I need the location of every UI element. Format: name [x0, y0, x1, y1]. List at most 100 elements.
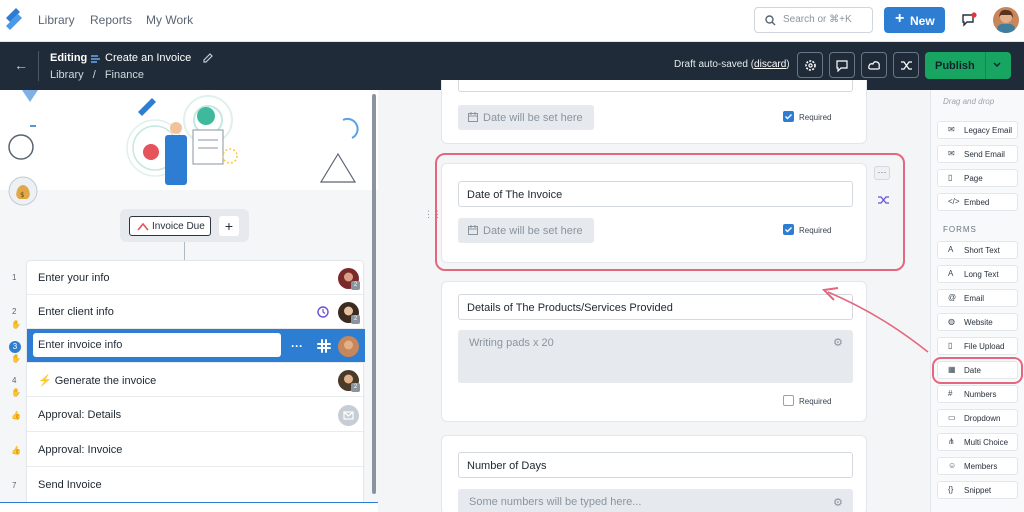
field-title: Number of Days — [467, 460, 547, 472]
cloud-sync-icon — [868, 61, 880, 70]
plus-icon: + — [895, 10, 905, 27]
shuffle-icon[interactable] — [877, 194, 891, 206]
step-item[interactable]: Approval: Details — [27, 398, 365, 432]
notifications-chat-icon[interactable] — [960, 11, 978, 29]
email-approver-avatar[interactable] — [338, 405, 359, 426]
numbers-icon: # — [948, 389, 953, 398]
document-title[interactable]: Create an Invoice — [105, 52, 191, 64]
widget-long-text[interactable]: A Long Text — [937, 265, 1018, 283]
widget-label: Snippet — [964, 486, 992, 495]
widget-label: Embed — [964, 198, 990, 207]
globe-icon: ◍ — [948, 317, 955, 326]
gear-icon[interactable]: ⚙ — [833, 336, 843, 349]
mail-icon: ✉ — [948, 125, 955, 134]
widget-send-email[interactable]: ✉ Send Email — [937, 145, 1018, 163]
step-item[interactable]: Send Invoice — [27, 468, 365, 502]
add-trigger-button[interactable]: + — [219, 216, 239, 236]
new-button-label: New — [910, 14, 935, 28]
shuffle-button[interactable] — [893, 52, 919, 78]
widget-numbers[interactable]: # Numbers — [937, 385, 1018, 403]
widget-label: Website — [964, 318, 993, 327]
date-widget-highlight — [932, 357, 1023, 384]
step-item[interactable]: Enter client info 2 — [27, 295, 365, 329]
step-title-input[interactable]: Enter invoice info — [33, 333, 281, 357]
selection-highlight — [435, 153, 905, 271]
send-email-icon: ✉ — [948, 149, 955, 158]
back-arrow-icon[interactable]: ← — [14, 57, 28, 73]
editing-label: Editing — [50, 52, 88, 64]
page-icon: ▯ — [948, 173, 953, 182]
widget-email[interactable]: @ Email — [937, 289, 1018, 307]
required-label: Required — [799, 113, 832, 122]
widget-legacy-email[interactable]: ✉ Legacy Email — [937, 121, 1018, 139]
thumbs-up-icon: 👍 — [11, 446, 21, 455]
widget-label: Long Text — [964, 270, 999, 279]
comments-button[interactable] — [829, 52, 855, 78]
field-title-input[interactable] — [458, 80, 853, 92]
widget-members[interactable]: ☺ Members — [937, 457, 1018, 475]
nav-library[interactable]: Library — [38, 13, 75, 27]
left-scrollbar[interactable] — [372, 94, 376, 494]
step-item[interactable]: ⚡ Generate the invoice 2 — [27, 363, 365, 397]
chevron-down-icon[interactable] — [992, 60, 1002, 70]
sync-button[interactable] — [861, 52, 887, 78]
invoice-due-tag[interactable]: Invoice Due — [129, 216, 211, 236]
breadcrumb-library[interactable]: Library — [50, 69, 84, 81]
widget-short-text[interactable]: A Short Text — [937, 241, 1018, 259]
steps-list: Enter your info 2 Enter client info 2 En… — [26, 260, 365, 512]
search-input[interactable]: Search or ⌘+K — [754, 7, 873, 33]
step-item[interactable]: Approval: Invoice — [27, 433, 365, 467]
upload-icon: ▯ — [948, 341, 953, 350]
widget-website[interactable]: ◍ Website — [937, 313, 1018, 331]
required-checkbox[interactable] — [783, 395, 794, 406]
step-number: 7 — [12, 481, 17, 490]
drag-handle-icon[interactable]: ⋮⋮ — [424, 209, 442, 220]
field-title-input[interactable]: Number of Days — [458, 452, 853, 478]
step-number-active: 3 — [9, 341, 21, 353]
nav-reports[interactable]: Reports — [90, 13, 132, 27]
field-title: Details of The Products/Services Provide… — [467, 302, 673, 314]
publish-button[interactable]: Publish — [925, 52, 1011, 79]
step-number: 2 — [12, 307, 17, 316]
widget-embed[interactable]: </> Embed — [937, 193, 1018, 211]
field-more-button[interactable]: ··· — [874, 166, 890, 180]
settings-button[interactable] — [797, 52, 823, 78]
widget-page[interactable]: ▯ Page — [937, 169, 1018, 187]
widget-label: Members — [964, 462, 998, 471]
invoice-illustration-icon — [8, 90, 359, 185]
gear-icon[interactable]: ⚙ — [833, 496, 843, 509]
step-label: Enter your info — [38, 272, 110, 284]
widget-label: Multi Choice — [964, 438, 1009, 447]
user-avatar[interactable] — [993, 7, 1019, 33]
widget-dropdown[interactable]: ▭ Dropdown — [937, 409, 1018, 427]
field-title-input[interactable]: Details of The Products/Services Provide… — [458, 294, 853, 320]
search-icon — [765, 15, 776, 26]
assignee-count-badge: 2 — [351, 315, 360, 324]
hand-icon: ✋ — [11, 320, 21, 329]
more-options-icon[interactable]: ··· — [291, 339, 303, 353]
money-bag-icon: $ — [8, 176, 38, 206]
assignee-avatar[interactable] — [338, 336, 359, 357]
at-icon: @ — [948, 293, 957, 302]
discard-link[interactable]: discard — [754, 59, 786, 70]
form-field-card[interactable]: Details of The Products/Services Provide… — [441, 281, 867, 422]
clock-icon — [317, 306, 329, 318]
required-checkbox[interactable] — [783, 111, 794, 122]
widget-file-upload[interactable]: ▯ File Upload — [937, 337, 1018, 355]
widget-snippet[interactable]: {} Snippet — [937, 481, 1018, 499]
step-item-active[interactable]: Enter invoice info ··· — [27, 329, 365, 363]
draft-status-text: Draft auto-saved — [674, 59, 748, 70]
step-item[interactable]: Enter your info 2 — [27, 261, 365, 295]
new-button[interactable]: + New — [884, 7, 945, 33]
date-field-preview: Date will be set here — [458, 105, 594, 130]
breadcrumb-finance[interactable]: Finance — [105, 69, 144, 81]
dropdown-icon: ▭ — [948, 413, 956, 422]
form-field-card[interactable]: Number of Days Some numbers will be type… — [441, 435, 867, 512]
multi-choice-icon: ⋔ — [948, 437, 955, 446]
app-logo-icon[interactable] — [2, 8, 24, 34]
edit-pencil-icon[interactable] — [203, 53, 213, 63]
form-field-card[interactable]: Date will be set here Required — [441, 80, 867, 144]
step-label: Approval: Invoice — [38, 444, 123, 456]
widget-multi-choice[interactable]: ⋔ Multi Choice — [937, 433, 1018, 451]
nav-my-work[interactable]: My Work — [146, 13, 193, 27]
